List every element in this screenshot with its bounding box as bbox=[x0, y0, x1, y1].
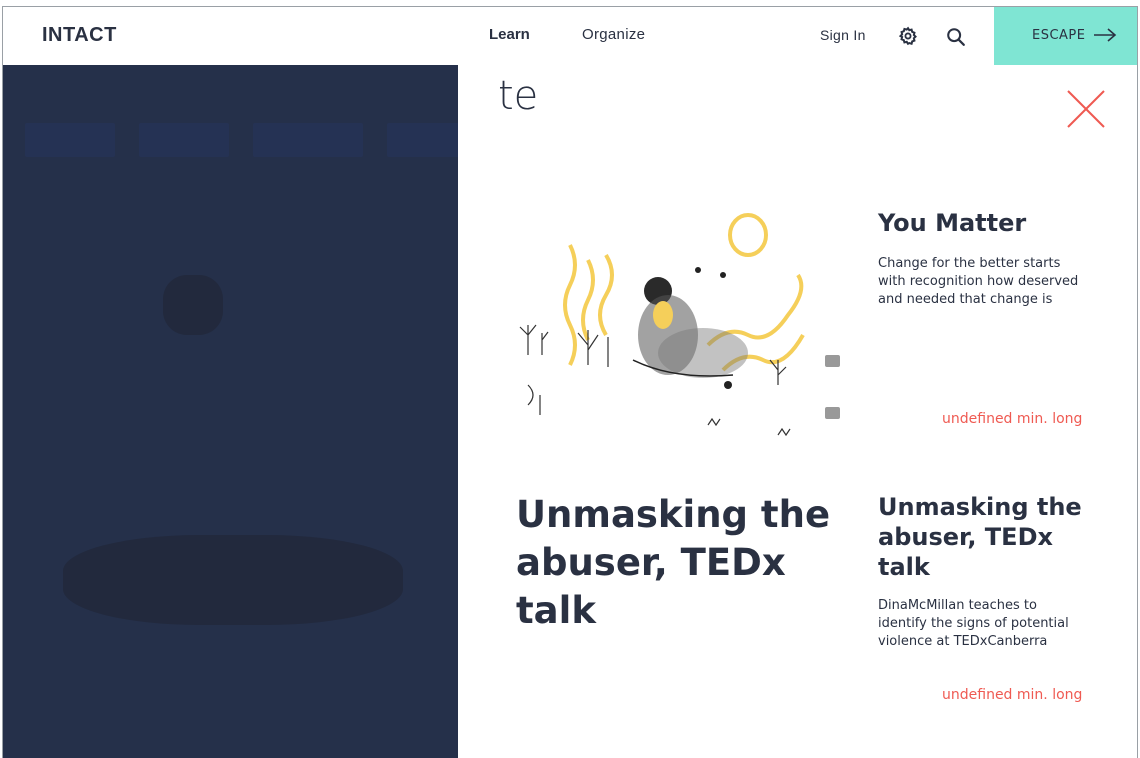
background-shape bbox=[163, 275, 223, 335]
logo[interactable]: INTACT bbox=[42, 24, 117, 47]
gear-icon[interactable] bbox=[897, 25, 919, 47]
arrow-right-icon bbox=[1094, 28, 1117, 42]
result-duration: undefined min. long bbox=[942, 411, 1083, 427]
result-thumbnail-title[interactable]: Unmasking the abuser, TEDx talk bbox=[516, 491, 836, 635]
result-title[interactable]: Unmasking the abuser, TEDx talk bbox=[878, 492, 1098, 582]
result-duration: undefined min. long bbox=[942, 687, 1083, 703]
background-shape bbox=[63, 535, 403, 625]
background-tab bbox=[253, 123, 363, 157]
close-icon[interactable] bbox=[1066, 89, 1106, 129]
background-tab bbox=[25, 123, 115, 157]
search-icon[interactable] bbox=[945, 26, 967, 48]
search-query[interactable]: te bbox=[498, 73, 538, 119]
result-illustration[interactable] bbox=[508, 185, 853, 450]
nav-learn[interactable]: Learn bbox=[489, 26, 530, 43]
top-header: INTACT Learn Organize Sign In ESCAPE bbox=[3, 7, 1137, 65]
background-tab bbox=[139, 123, 229, 157]
result-description: Change for the better starts with recogn… bbox=[878, 256, 1079, 307]
nav-organize[interactable]: Organize bbox=[582, 26, 645, 43]
browser-frame: INTACT Learn Organize Sign In ESCAPE te bbox=[2, 6, 1138, 758]
escape-button[interactable]: ESCAPE bbox=[994, 7, 1137, 65]
search-panel: te You Matter Change for the better star… bbox=[458, 65, 1137, 758]
background-tab bbox=[387, 123, 458, 157]
sign-in-link[interactable]: Sign In bbox=[820, 27, 866, 43]
escape-label: ESCAPE bbox=[1032, 28, 1086, 43]
result-title[interactable]: You Matter bbox=[878, 209, 1026, 237]
result-description: DinaMcMillan teaches to identify the sig… bbox=[878, 598, 1069, 649]
dimmed-page-overlay[interactable] bbox=[3, 65, 458, 758]
